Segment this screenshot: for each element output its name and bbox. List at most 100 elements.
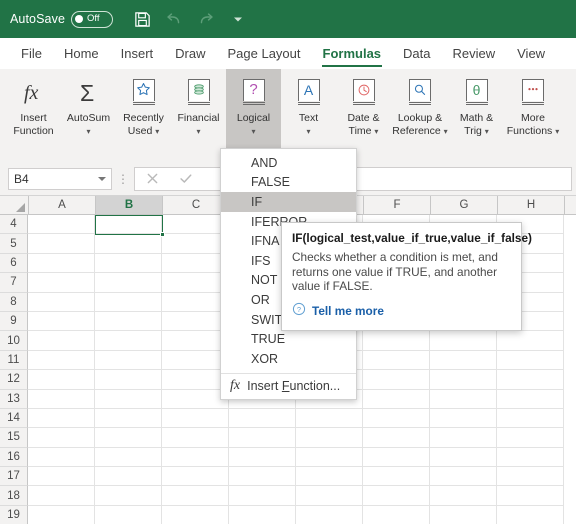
tab-review[interactable]: Review [442,38,507,69]
cell-B4[interactable] [95,215,162,235]
cell-B12[interactable] [95,370,162,390]
row-header-11[interactable]: 11 [0,350,28,371]
cell-D19[interactable] [229,505,296,524]
cell-C13[interactable] [162,389,229,409]
cell-E16[interactable] [296,447,363,468]
tab-insert[interactable]: Insert [110,38,165,69]
cell-B18[interactable] [95,486,162,506]
cell-E14[interactable] [296,408,363,429]
cell-C17[interactable] [162,467,229,487]
cell-F16[interactable] [363,447,430,468]
menu-item-true[interactable]: TRUE [221,329,356,349]
cell-C11[interactable] [162,350,229,371]
row-header-19[interactable]: 19 [0,505,28,524]
cell-D16[interactable] [229,447,296,468]
cell-B10[interactable] [95,331,162,351]
cell-D14[interactable] [229,408,296,429]
row-header-15[interactable]: 15 [0,428,28,448]
column-header-f[interactable]: F [364,196,431,214]
more-functions-button[interactable]: More Functions ▾ [504,69,562,162]
financial-button[interactable]: Financial ▾ [171,69,226,162]
cell-C7[interactable] [162,273,229,293]
cell-H19[interactable] [497,505,564,524]
more-functions-caret-icon[interactable]: ▾ [555,127,559,136]
row-header-6[interactable]: 6 [0,253,28,274]
autosum-caret-icon[interactable]: ▾ [86,127,90,136]
cell-C10[interactable] [162,331,229,351]
cell-A6[interactable] [28,253,95,274]
cell-C14[interactable] [162,408,229,429]
select-all-corner[interactable] [0,196,29,214]
cell-G19[interactable] [430,505,497,524]
cell-C9[interactable] [162,311,229,332]
menu-item-and[interactable]: AND [221,153,356,173]
cell-G11[interactable] [430,350,497,371]
column-header-a[interactable]: A [29,196,96,214]
cell-B17[interactable] [95,467,162,487]
menu-item-false[interactable]: FALSE [221,173,356,193]
cell-H17[interactable] [497,467,564,487]
cell-F10[interactable] [363,331,430,351]
row-header-18[interactable]: 18 [0,486,28,506]
lookup-reference-button[interactable]: Lookup & Reference ▾ [391,69,449,162]
cell-F17[interactable] [363,467,430,487]
row-header-9[interactable]: 9 [0,311,28,332]
cell-B16[interactable] [95,447,162,468]
cell-A7[interactable] [28,273,95,293]
cell-F19[interactable] [363,505,430,524]
cell-G17[interactable] [430,467,497,487]
cell-A11[interactable] [28,350,95,371]
cell-H18[interactable] [497,486,564,506]
cell-C16[interactable] [162,447,229,468]
insert-function-button[interactable]: fx Insert Function [6,69,61,162]
cell-G16[interactable] [430,447,497,468]
cell-E18[interactable] [296,486,363,506]
cell-B5[interactable] [95,234,162,254]
cell-D18[interactable] [229,486,296,506]
column-header-h[interactable]: H [498,196,565,214]
cell-B6[interactable] [95,253,162,274]
cell-A16[interactable] [28,447,95,468]
close-icon[interactable] [135,169,169,189]
cell-H14[interactable] [497,408,564,429]
cell-C18[interactable] [162,486,229,506]
cell-E19[interactable] [296,505,363,524]
text-functions-caret-icon[interactable]: ▾ [306,127,310,136]
menu-item-xor[interactable]: XOR [221,349,356,369]
cell-C8[interactable] [162,292,229,312]
cell-F15[interactable] [363,428,430,448]
cell-A13[interactable] [28,389,95,409]
recently-used-button[interactable]: Recently Used ▾ [116,69,171,162]
cell-H12[interactable] [497,370,564,390]
recently-used-caret-icon[interactable]: ▾ [155,127,159,136]
cell-B14[interactable] [95,408,162,429]
cell-F12[interactable] [363,370,430,390]
column-header-g[interactable]: G [431,196,498,214]
cell-C4[interactable] [162,215,229,235]
cell-H13[interactable] [497,389,564,409]
cell-A18[interactable] [28,486,95,506]
tab-draw[interactable]: Draw [164,38,216,69]
autosave-toggle[interactable]: Off [71,10,114,28]
tab-data[interactable]: Data [392,38,441,69]
cell-H10[interactable] [497,331,564,351]
lookup-reference-caret-icon[interactable]: ▾ [444,127,448,136]
menu-item-if[interactable]: IF [221,192,356,212]
date-time-caret-icon[interactable]: ▾ [374,127,378,136]
row-header-16[interactable]: 16 [0,447,28,468]
cell-A8[interactable] [28,292,95,312]
cell-A14[interactable] [28,408,95,429]
cell-D15[interactable] [229,428,296,448]
cell-A10[interactable] [28,331,95,351]
cell-F14[interactable] [363,408,430,429]
cell-B9[interactable] [95,311,162,332]
check-icon[interactable] [169,169,203,189]
cell-B8[interactable] [95,292,162,312]
row-header-8[interactable]: 8 [0,292,28,312]
cell-A9[interactable] [28,311,95,332]
cell-G13[interactable] [430,389,497,409]
cell-F18[interactable] [363,486,430,506]
cell-G15[interactable] [430,428,497,448]
cell-A19[interactable] [28,505,95,524]
cell-H11[interactable] [497,350,564,371]
